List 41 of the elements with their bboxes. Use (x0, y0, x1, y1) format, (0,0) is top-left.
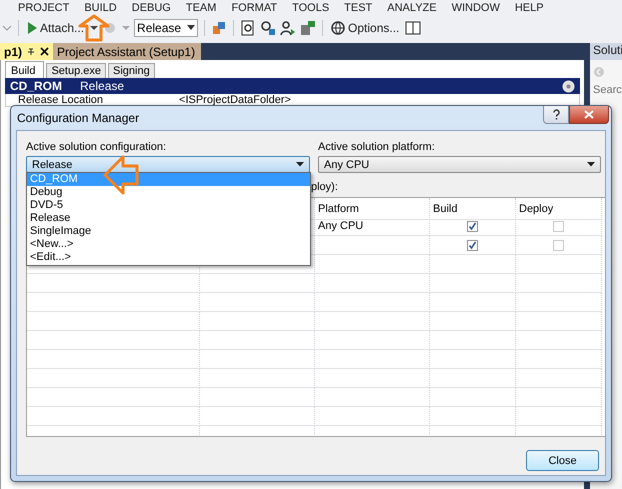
field-label: Active solution platform: (318, 141, 436, 153)
menu-item[interactable]: TOOLS (292, 2, 330, 14)
grid-label: ploy): (311, 181, 339, 193)
platform-dropdown[interactable]: Any CPU (318, 156, 601, 173)
configuration-combo[interactable]: Release (134, 19, 198, 37)
list-item[interactable]: Debug (27, 186, 310, 199)
column-header: Build (430, 198, 516, 220)
menu-item[interactable]: BUILD (84, 2, 117, 14)
table-cell: Any CPU (315, 217, 430, 236)
header-configuration: Release (80, 79, 124, 93)
list-item[interactable]: <Edit...> (27, 251, 310, 264)
menu-item[interactable]: TEAM (186, 2, 216, 14)
column-header: Deploy (516, 198, 602, 220)
document-tab[interactable]: p1) (0, 43, 53, 60)
close-button[interactable]: Close (526, 450, 599, 471)
list-item[interactable]: Release (27, 212, 310, 225)
configuration-dropdown[interactable]: Release (26, 156, 310, 173)
panel-title: Soluti (590, 43, 622, 60)
menu-item[interactable]: DEBUG (132, 2, 171, 14)
property-name: Release Location (18, 94, 104, 106)
tab[interactable]: Setup.exe (46, 63, 106, 78)
document-tab[interactable]: Project Assistant (Setup1) (53, 43, 201, 60)
tab[interactable]: Signing (108, 63, 155, 78)
menu-item[interactable]: HELP (514, 2, 544, 14)
menu-item[interactable]: WINDOW (452, 2, 500, 14)
menu-item[interactable]: PROJECT (18, 2, 70, 14)
menu-item[interactable]: ANALYZE (387, 2, 437, 14)
column-header: Platform (315, 198, 430, 220)
window-title: Configuration Manager (16, 110, 140, 125)
attach-button[interactable]: Attach... (25, 21, 86, 35)
options-button[interactable]: Options... (329, 21, 402, 35)
list-item[interactable]: <New...> (27, 238, 310, 251)
field-label: Active solution configuration: (26, 141, 168, 153)
menu-item[interactable]: FORMAT (231, 2, 278, 14)
list-item[interactable]: DVD-5 (27, 199, 310, 212)
header-name: CD_ROM (10, 79, 62, 93)
menu-item[interactable]: TEST (344, 2, 372, 14)
list-item[interactable]: SingleImage (27, 225, 310, 238)
search-field[interactable]: Searc (593, 84, 622, 96)
property-value: <ISProjectDataFolder> (179, 94, 291, 106)
tab[interactable]: Build (5, 61, 44, 78)
